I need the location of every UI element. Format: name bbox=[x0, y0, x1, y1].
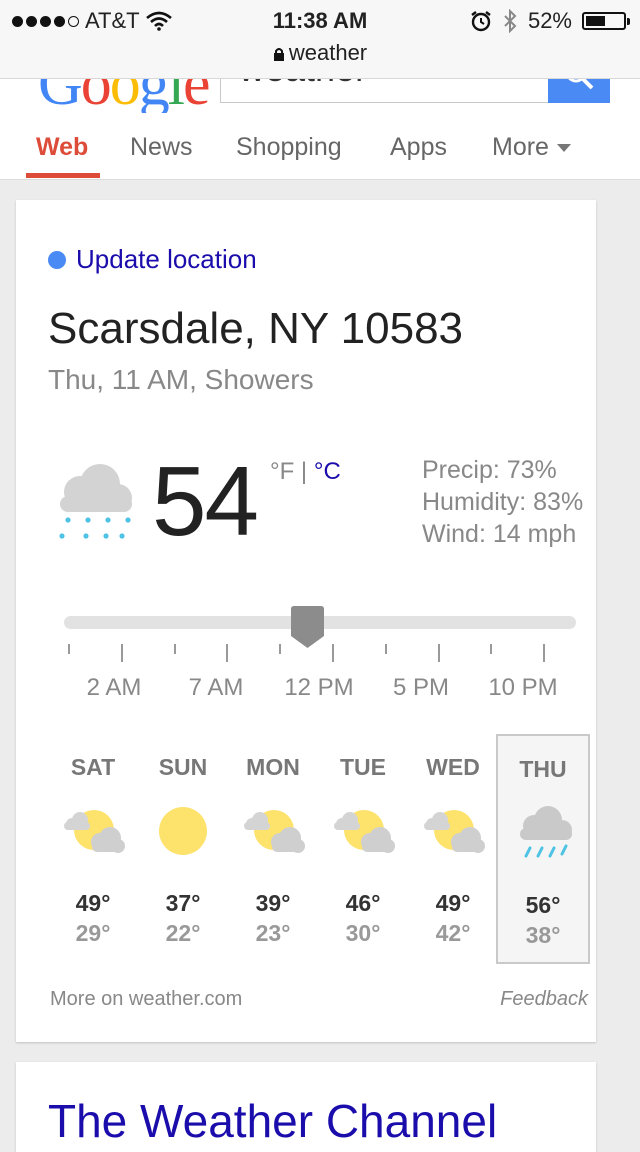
hour-tick bbox=[173, 644, 176, 654]
result-card: The Weather Channel bbox=[16, 1062, 596, 1152]
status-right: 52% bbox=[470, 8, 630, 34]
search-input[interactable]: weather bbox=[220, 79, 550, 103]
tab-more[interactable]: More bbox=[492, 133, 571, 162]
forecast-day-name: SUN bbox=[158, 754, 208, 780]
fahrenheit-unit[interactable]: °F bbox=[270, 458, 294, 485]
hour-label: 12 PM bbox=[284, 674, 354, 701]
hour-tick bbox=[226, 644, 229, 662]
hour-label: 7 AM bbox=[188, 674, 244, 701]
forecast-day[interactable]: TUE 46° 30° bbox=[316, 734, 410, 964]
forecast-day-selected[interactable]: THU 56° 38° bbox=[496, 734, 590, 964]
status-bar: AT&T 11:38 AM weather 52% bbox=[0, 0, 640, 79]
forecast-day-name: SAT bbox=[70, 754, 116, 780]
showers-icon bbox=[59, 464, 132, 539]
forecast-day[interactable]: SUN 37° 22° bbox=[136, 734, 230, 964]
tab-web[interactable]: Web bbox=[36, 133, 88, 162]
hour-slider-handle[interactable] bbox=[291, 606, 324, 648]
search-icon bbox=[568, 79, 594, 90]
alarm-icon bbox=[471, 11, 491, 32]
search-button[interactable] bbox=[548, 79, 610, 103]
forecast-high: 37° bbox=[165, 890, 201, 916]
forecast-low: 42° bbox=[435, 920, 471, 946]
address-bar[interactable]: weather bbox=[0, 40, 640, 66]
humidity-value: Humidity: 83% bbox=[422, 488, 584, 516]
unit-separator: | bbox=[294, 458, 314, 485]
bluetooth-icon bbox=[504, 9, 517, 33]
hour-tick bbox=[120, 644, 123, 662]
partly-cloudy-icon bbox=[424, 810, 485, 853]
update-location-label: Update location bbox=[76, 244, 257, 274]
current-condition: Thu, 11 AM, Showers bbox=[48, 364, 314, 395]
current-temperature: 54 bbox=[152, 446, 259, 556]
url-text: weather bbox=[288, 40, 368, 65]
hour-tick bbox=[437, 644, 440, 662]
google-logo[interactable]: Google bbox=[38, 79, 211, 113]
hour-ticks bbox=[64, 644, 576, 664]
google-header: Google weather bbox=[0, 79, 640, 113]
forecast-high: 39° bbox=[255, 890, 291, 916]
result-title-link[interactable]: The Weather Channel bbox=[48, 1094, 497, 1148]
hour-label: 10 PM bbox=[488, 674, 558, 701]
forecast-low: 30° bbox=[345, 920, 381, 946]
hour-tick bbox=[490, 644, 493, 654]
feedback-link[interactable]: Feedback bbox=[500, 988, 588, 1011]
partly-cloudy-icon bbox=[334, 810, 395, 853]
partly-cloudy-icon bbox=[64, 810, 125, 853]
forecast-high: 56° bbox=[525, 892, 561, 918]
location-dot-icon bbox=[48, 250, 66, 269]
tab-apps[interactable]: Apps bbox=[390, 133, 447, 162]
wind-value: Wind: 14 mph bbox=[422, 520, 577, 548]
search-tabs: Web News Shopping Apps More bbox=[0, 113, 640, 180]
celsius-unit[interactable]: °C bbox=[314, 458, 341, 485]
hour-label: 5 PM bbox=[392, 674, 450, 701]
precip-value: Precip: 73% bbox=[422, 456, 557, 484]
lock-icon bbox=[273, 48, 284, 61]
forecast-high: 49° bbox=[75, 890, 111, 916]
tab-news[interactable]: News bbox=[130, 133, 193, 162]
forecast-low: 23° bbox=[255, 920, 291, 946]
forecast-high: 49° bbox=[435, 890, 471, 916]
forecast-day-name: THU bbox=[519, 756, 567, 782]
tab-more-label: More bbox=[492, 133, 549, 161]
unit-toggle: °F | °C bbox=[270, 458, 341, 486]
sunny-icon bbox=[159, 807, 207, 855]
forecast-day-name: TUE bbox=[340, 754, 386, 780]
hour-label: 2 AM bbox=[86, 674, 142, 701]
forecast-day-name: WED bbox=[426, 754, 480, 780]
forecast-low: 38° bbox=[525, 922, 561, 948]
forecast-day[interactable]: WED 49° 42° bbox=[406, 734, 500, 964]
partly-cloudy-icon bbox=[244, 810, 305, 853]
forecast-low: 29° bbox=[75, 920, 111, 946]
hour-tick bbox=[279, 644, 282, 654]
weather-stats: Precip: 73% Humidity: 83% Wind: 14 mph bbox=[422, 454, 583, 550]
forecast-low: 22° bbox=[165, 920, 201, 946]
forecast-day[interactable]: MON 39° 23° bbox=[226, 734, 320, 964]
hour-tick bbox=[332, 644, 334, 662]
weather-card: Update location Scarsdale, NY 10583 Thu,… bbox=[16, 200, 596, 1042]
active-tab-indicator bbox=[26, 173, 100, 178]
update-location-link[interactable]: Update location bbox=[48, 244, 257, 275]
hour-tick bbox=[68, 644, 70, 654]
tab-shopping[interactable]: Shopping bbox=[236, 133, 342, 162]
hour-labels: 2 AM 7 AM 12 PM 5 PM 10 PM bbox=[48, 674, 588, 710]
battery-percent: 52% bbox=[527, 8, 572, 33]
battery-icon bbox=[582, 12, 630, 30]
forecast-day[interactable]: SAT 49° 29° bbox=[46, 734, 140, 964]
forecast-day-name: MON bbox=[246, 754, 300, 780]
location-title: Scarsdale, NY 10583 bbox=[48, 304, 464, 353]
hour-tick bbox=[384, 644, 387, 654]
more-weather-link[interactable]: More on weather.com bbox=[50, 988, 242, 1011]
forecast-high: 46° bbox=[345, 890, 381, 916]
chevron-down-icon bbox=[556, 144, 571, 153]
hour-tick bbox=[543, 644, 546, 662]
rain-icon bbox=[520, 806, 572, 858]
